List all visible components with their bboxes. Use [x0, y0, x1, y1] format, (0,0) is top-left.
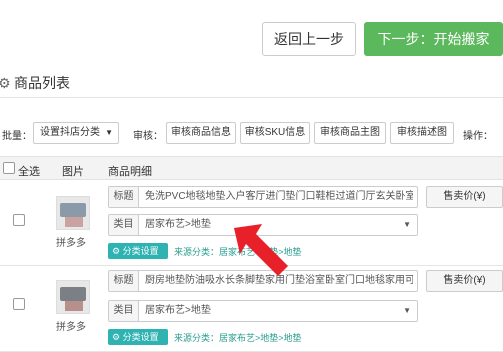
category-settings-label: 分类设置: [122, 332, 159, 342]
product-thumbnail[interactable]: [56, 280, 90, 314]
source-category: 来源分类：居家布艺>地垫>地垫: [174, 331, 302, 344]
batch-toolbar: 批量： 设置抖店分类 ▼ 审核： 审核商品信息 审核SKU信息 审核商品主图 审…: [0, 120, 503, 146]
batch-select-value: 设置抖店分类: [40, 127, 100, 138]
title-input[interactable]: 免洗PVC地毯地垫入户客厅进门垫门口鞋柜过道门厅玄关卧室: [145, 187, 413, 207]
section-title: 商品列表: [14, 75, 70, 91]
review-sku-info-button[interactable]: 审核SKU信息: [240, 122, 310, 144]
batch-category-select[interactable]: 设置抖店分类 ▼: [33, 122, 119, 144]
category-settings-label: 分类设置: [122, 246, 159, 256]
platform-label: 拼多多: [56, 322, 86, 333]
review-desc-image-button[interactable]: 审核描述图: [390, 122, 454, 144]
next-start-move-button[interactable]: 下一步：开始搬家: [364, 22, 503, 56]
batch-label: 批量：: [2, 131, 32, 142]
back-button[interactable]: 返回上一步: [262, 22, 356, 56]
select-all-label: 全选: [18, 166, 40, 178]
product-list-header: ⚙ 商品列表: [0, 66, 503, 98]
category-settings-button[interactable]: ⚙ 分类设置: [108, 329, 168, 345]
red-arrow-annotation: [234, 224, 288, 276]
operations-label: 操作：: [463, 131, 493, 142]
category-label: 类目: [109, 215, 139, 235]
chevron-down-icon: ▼: [403, 220, 411, 229]
review-product-info-button[interactable]: 审核商品信息: [166, 122, 236, 144]
category-settings-button[interactable]: ⚙ 分类设置: [108, 243, 168, 259]
top-bar: 返回上一步 下一步：开始搬家: [0, 0, 503, 66]
table-header: 全选 图片 商品明细: [0, 156, 503, 180]
category-label: 类目: [109, 301, 139, 321]
chevron-down-icon: ▼: [403, 306, 411, 315]
chevron-down-icon: ▼: [105, 128, 113, 137]
column-product-detail: 商品明细: [108, 166, 152, 178]
sale-price-button[interactable]: 售卖价(¥): [426, 270, 503, 292]
title-label: 标题: [109, 271, 139, 291]
row-checkbox[interactable]: [13, 298, 25, 310]
category-field[interactable]: 类目 居家布艺>地垫 ▼: [108, 300, 418, 322]
gear-icon: ⚙: [112, 246, 123, 256]
sale-price-button[interactable]: 售卖价(¥): [426, 186, 503, 208]
platform-label: 拼多多: [56, 238, 86, 249]
review-main-image-button[interactable]: 审核商品主图: [314, 122, 386, 144]
category-select[interactable]: 居家布艺>地垫: [145, 301, 413, 321]
gear-icon: ⚙: [112, 332, 123, 342]
select-all-checkbox[interactable]: [3, 162, 15, 174]
column-image: 图片: [62, 166, 84, 178]
source-value: 居家布艺>地垫>地垫: [219, 333, 302, 343]
table-row: 拼多多 标题 厨房地垫防油吸水长条脚垫家用门垫浴室卧室门口地毯家用可水洗 售卖价…: [0, 266, 503, 352]
row-checkbox[interactable]: [13, 214, 25, 226]
review-label: 审核：: [133, 131, 163, 142]
gear-icon: ⚙: [0, 75, 11, 91]
source-label: 来源分类：: [174, 333, 220, 343]
product-thumbnail[interactable]: [56, 196, 90, 230]
title-field[interactable]: 标题 免洗PVC地毯地垫入户客厅进门垫门口鞋柜过道门厅玄关卧室: [108, 186, 418, 208]
source-label: 来源分类：: [174, 247, 220, 257]
title-label: 标题: [109, 187, 139, 207]
